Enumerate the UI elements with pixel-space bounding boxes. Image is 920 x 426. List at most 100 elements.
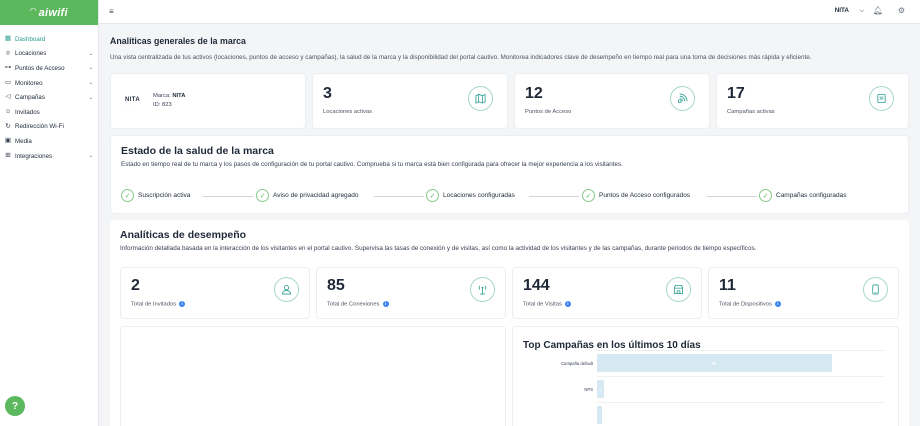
brand-name-text: Marca: NITA (153, 93, 185, 99)
bar-category-label: NPS (584, 386, 593, 392)
brand-name: NITA (172, 93, 186, 99)
stat-value: 3 (323, 85, 332, 102)
stat-label: Total de Invitados (131, 301, 177, 308)
chevron-down-icon: ⌵ (859, 8, 864, 14)
step-connector (707, 196, 757, 197)
sidebar-item-label: Dashboard (15, 35, 46, 43)
step-label: Aviso de privacidad agregado (273, 192, 359, 199)
sidebar-item-label: Locaciones (15, 50, 47, 58)
sidebar-item-locaciones[interactable]: ⌾ Locaciones ⌄ (0, 47, 98, 62)
page-title: Analíticas generales de la marca (110, 36, 246, 46)
sidebar-item-dashboard[interactable]: ▦ Dashboard (0, 32, 98, 47)
stat-label: Total de Visitas (523, 301, 562, 308)
sidebar-item-label: Invitados (15, 108, 40, 116)
logo-text: aiwifi (38, 6, 68, 19)
stat-value: 12 (525, 85, 543, 102)
health-title: Estado de la salud de la marca (121, 145, 274, 157)
map-icon (468, 86, 493, 111)
step-connector (203, 196, 253, 197)
performance-title: Analíticas de desempeño (120, 229, 247, 241)
info-icon[interactable]: i (564, 301, 571, 307)
stat-card-access-points: 12 Puntos de Acceso (514, 73, 710, 129)
grid-line (597, 402, 885, 403)
stat-label: Locaciones activas (323, 109, 372, 115)
aiwifi-logo[interactable]: ◠ aiwifi (0, 0, 98, 25)
info-icon[interactable]: i (179, 301, 186, 307)
users-icon: ☺ (4, 108, 12, 116)
grid-line (597, 350, 885, 351)
chevron-down-icon: ⌄ (88, 80, 93, 87)
sidebar-item-monitoreo[interactable]: ▭ Monitoreo ⌄ (0, 76, 98, 91)
sidebar-item-label: Redirección Wi-Fi (15, 123, 64, 131)
brand-label: Marca: (153, 93, 171, 99)
stat-label: Total de Conexiones (327, 301, 380, 308)
stat-value: 17 (727, 85, 745, 102)
stat-label: Total de Dispositivos (719, 301, 772, 308)
brand-selector-label: NITA (834, 7, 849, 14)
user-icon (274, 277, 299, 302)
check-circle-icon: ✓ (426, 189, 439, 202)
step-label: Locaciones configuradas (443, 192, 515, 199)
antenna-icon (470, 277, 495, 302)
check-circle-icon: ✓ (121, 189, 134, 202)
page-description: Una vista centralizada de tus activos (l… (110, 54, 812, 61)
stat-card-guests: 2 Total de Invitados i (120, 267, 310, 319)
check-circle-icon: ✓ (256, 189, 269, 202)
location-pin-icon: ⌾ (6, 49, 10, 57)
sidebar-item-campañas[interactable]: ◁ Campañas ⌄ (0, 90, 98, 105)
stat-card-campaigns: 17 Campañas activas (716, 73, 909, 129)
sidebar-item-integraciones[interactable]: ⊞ Integraciones ⌄ (0, 149, 98, 164)
chevron-down-icon: ⌄ (88, 94, 93, 101)
stat-label: Puntos de Acceso (525, 109, 572, 115)
step-subscription: ✓ Suscripción activa (121, 189, 190, 202)
sidebar-item-label: Monitoreo (15, 79, 43, 87)
sidebar-item-label: Campañas (15, 94, 45, 102)
bar-category-label: Campaña default (561, 360, 593, 366)
sidebar-nav: ▦ Dashboard ⌾ Locaciones ⌄ ⊶ Puntos de Acceso ⌄… (0, 25, 98, 163)
brand-card: NITA · · · · · · Marca: NITA ID: 823 (110, 73, 306, 129)
sidebar-item-media[interactable]: ▣ Media (0, 134, 98, 149)
brand-selector[interactable]: NITA ⌵ (835, 7, 864, 15)
step-connector (529, 196, 579, 197)
sidebar-item-invitados[interactable]: ☺ Invitados (0, 105, 98, 120)
info-icon[interactable]: i (774, 301, 781, 307)
redirect-icon: ↻ (5, 122, 11, 130)
access-point-icon: ⊶ (4, 64, 12, 72)
sidebar-item-puntos-de-acceso[interactable]: ⊶ Puntos de Acceso ⌄ (0, 61, 98, 76)
bar-data-label: 3 (599, 386, 602, 392)
stat-value: 2 (131, 277, 140, 294)
mobile-icon (863, 277, 888, 302)
wifi-arc-icon: ◠ (30, 6, 37, 15)
monitor-icon: ▭ (4, 78, 12, 86)
dashboard-icon: ▦ (4, 35, 12, 43)
brand-logo-tagline: · · · · · · (125, 105, 136, 109)
sidebar-item-redirección-wi-fi[interactable]: ↻ Redirección Wi-Fi (0, 120, 98, 135)
megaphone-icon: ◁ (5, 93, 11, 101)
stat-value: 11 (719, 277, 736, 294)
top-campaigns-card: Top Campañas en los últimos 10 días Camp… (512, 326, 899, 426)
visits-chart-card (120, 326, 506, 426)
info-icon[interactable]: i (382, 301, 389, 307)
bar[interactable] (597, 406, 602, 424)
step-access-points: ✓ Puntos de Acceso configurados (582, 189, 690, 202)
image-icon: ▣ (4, 137, 12, 145)
brand-logo: NITA (125, 97, 141, 103)
chevron-down-icon: ⌄ (88, 65, 93, 72)
bell-icon[interactable]: 🔔︎ (873, 6, 883, 15)
gear-icon[interactable]: ⚙ (898, 6, 905, 15)
health-description: Estado en tiempo real de tu marca y los … (121, 161, 623, 168)
step-privacy: ✓ Aviso de privacidad agregado (256, 189, 359, 202)
check-circle-icon: ✓ (759, 189, 772, 202)
help-button[interactable]: ? (5, 396, 25, 416)
stat-label: Campañas activas (727, 109, 775, 115)
performance-description: Información detallada basada en la inter… (120, 245, 757, 252)
performance-section: Analíticas de desempeño Información deta… (110, 220, 909, 426)
step-label: Suscripción activa (138, 192, 191, 199)
step-campaigns: ✓ Campañas configuradas (759, 189, 846, 202)
stat-card-visits: 144 Total de Visitas i (512, 267, 702, 319)
step-label: Campañas configuradas (776, 192, 847, 199)
stat-label-row: Total de Dispositivos i (719, 301, 781, 308)
stat-card-locations: 3 Locaciones activas (312, 73, 508, 129)
stat-value: 144 (523, 277, 550, 294)
menu-toggle-icon[interactable]: ≡ (109, 7, 114, 16)
